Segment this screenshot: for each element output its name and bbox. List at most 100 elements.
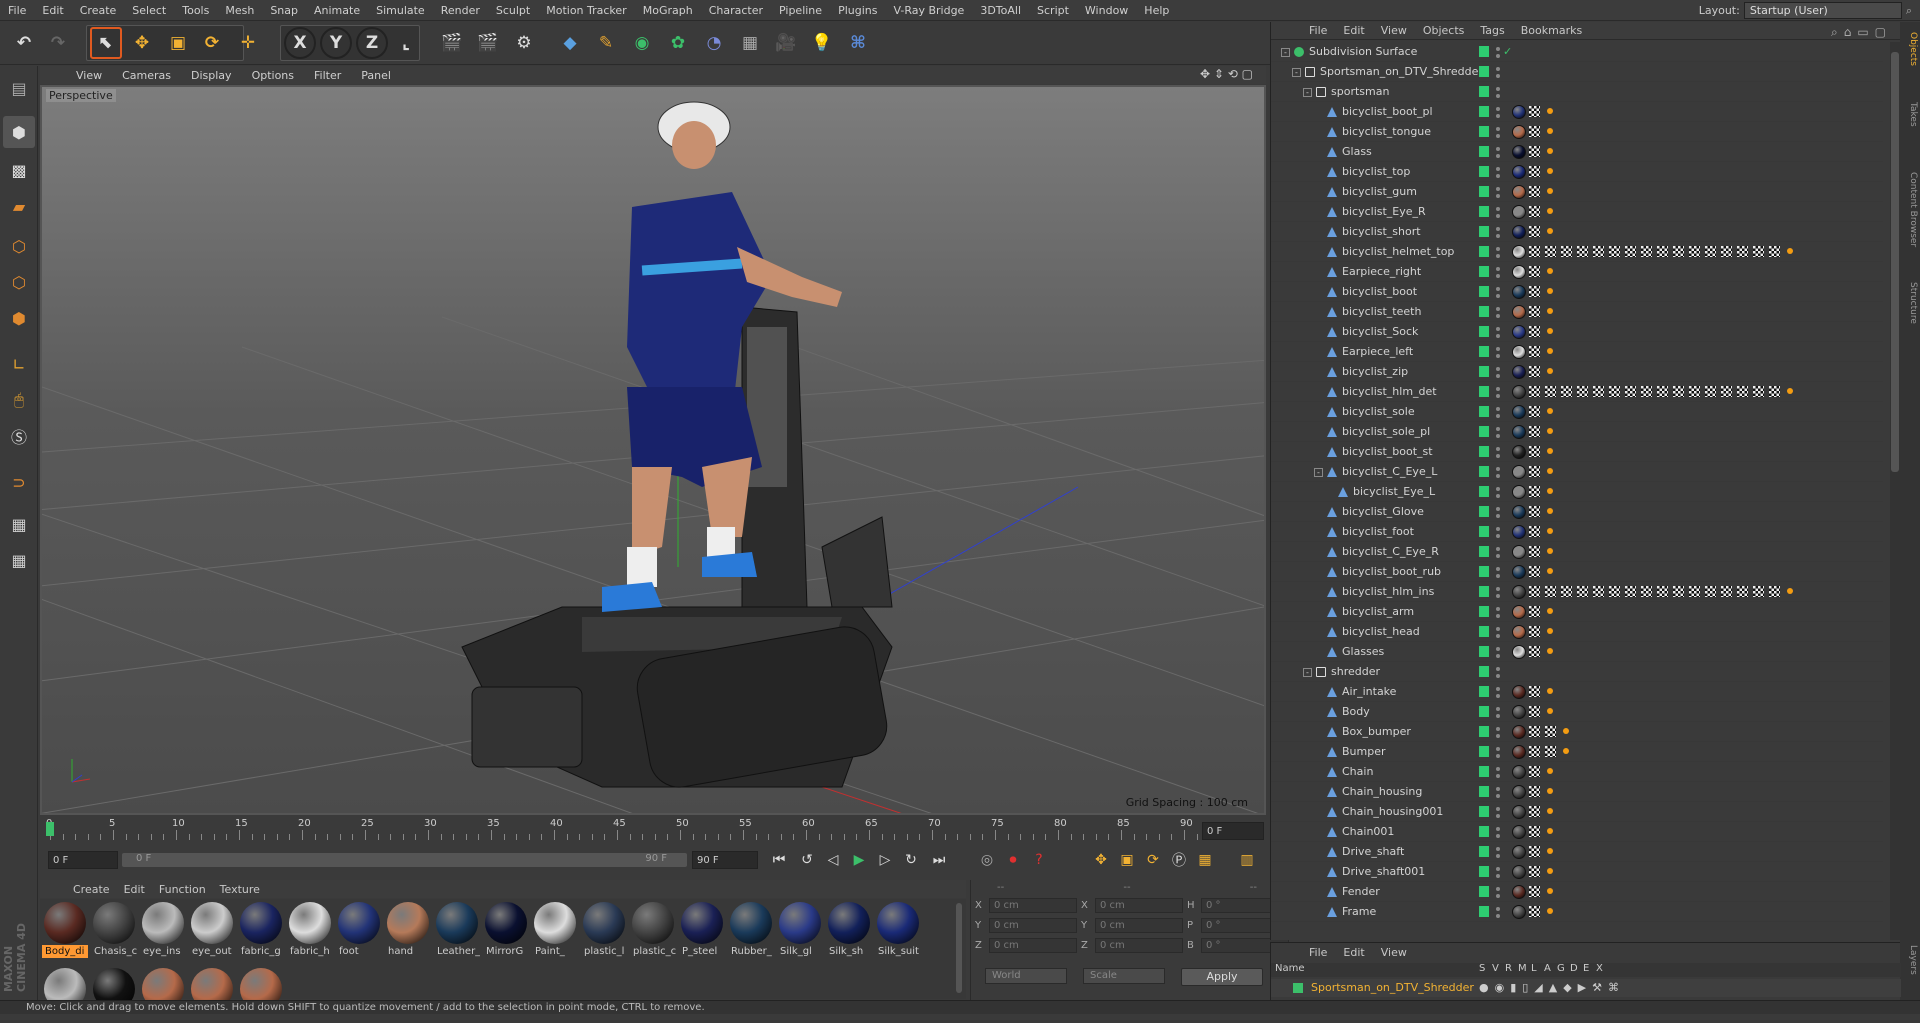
- object-row[interactable]: bicyclist_boot_pl: [1271, 102, 1883, 122]
- object-row[interactable]: Frame: [1271, 902, 1883, 922]
- render-dot[interactable]: [1496, 314, 1500, 318]
- uvw-tag[interactable]: [1547, 708, 1553, 714]
- render-dot[interactable]: [1496, 754, 1500, 758]
- layer-color-indicator[interactable]: [1479, 206, 1489, 217]
- layer-color-indicator[interactable]: [1479, 146, 1489, 157]
- object-row[interactable]: - bicyclist_C_Eye_L: [1271, 462, 1883, 482]
- object-row[interactable]: Chain001: [1271, 822, 1883, 842]
- key-parameter-icon[interactable]: Ⓟ: [1168, 849, 1190, 871]
- texture-tag[interactable]: [1529, 586, 1540, 597]
- next-key-icon[interactable]: ↻: [900, 849, 922, 871]
- visibility-dot[interactable]: [1496, 787, 1500, 791]
- material-tag[interactable]: [1512, 885, 1526, 899]
- object-row[interactable]: bicyclist_Glove: [1271, 502, 1883, 522]
- coord-mode-dropdown[interactable]: Scale: [1083, 968, 1165, 984]
- texture-tag[interactable]: [1625, 246, 1636, 257]
- material-menu-create[interactable]: Create: [66, 883, 117, 896]
- texture-tag[interactable]: [1529, 346, 1540, 357]
- key-pla-icon[interactable]: ▦: [1194, 849, 1216, 871]
- object-row[interactable]: bicyclist_sole: [1271, 402, 1883, 422]
- material-tag[interactable]: [1512, 745, 1526, 759]
- texture-tag[interactable]: [1673, 246, 1684, 257]
- layer-color-indicator[interactable]: [1479, 886, 1489, 897]
- layer-color-indicator[interactable]: [1479, 826, 1489, 837]
- material-tag[interactable]: [1512, 645, 1526, 659]
- visibility-dot[interactable]: [1496, 867, 1500, 871]
- menu-3dtoall[interactable]: 3DToAll: [972, 4, 1029, 17]
- texture-tag[interactable]: [1625, 386, 1636, 397]
- uvw-tag[interactable]: [1563, 748, 1569, 754]
- menu-mograph[interactable]: MoGraph: [635, 4, 701, 17]
- object-tree-scrollbar[interactable]: [1890, 42, 1900, 940]
- layer-color-indicator[interactable]: [1479, 626, 1489, 637]
- texture-tag[interactable]: [1641, 586, 1652, 597]
- layer-row[interactable]: Sportsman_on_DTV_Shredder ●◉▮▯◢▲◆▶⚒⌘: [1271, 979, 1901, 997]
- visibility-dot[interactable]: [1496, 327, 1500, 331]
- texture-tag[interactable]: [1529, 126, 1540, 137]
- render-dot[interactable]: [1496, 374, 1500, 378]
- visibility-dot[interactable]: [1496, 687, 1500, 691]
- playhead[interactable]: [46, 822, 54, 836]
- uvw-tag[interactable]: [1547, 108, 1553, 114]
- uvw-tag[interactable]: [1787, 588, 1793, 594]
- planar-workplane-icon[interactable]: ▦: [3, 544, 35, 576]
- object-row[interactable]: Earpiece_right: [1271, 262, 1883, 282]
- viewport-menu-panel[interactable]: Panel: [351, 69, 401, 82]
- texture-tag[interactable]: [1545, 586, 1556, 597]
- coord-value-field[interactable]: 0 cm: [989, 918, 1077, 933]
- undo-icon[interactable]: ↶: [8, 27, 40, 59]
- render-dot[interactable]: [1496, 114, 1500, 118]
- object-row[interactable]: Drive_shaft: [1271, 842, 1883, 862]
- object-row[interactable]: - sportsman: [1271, 82, 1883, 102]
- material-tag[interactable]: [1512, 685, 1526, 699]
- material-swatch[interactable]: plastic_c: [630, 901, 676, 957]
- menu-select[interactable]: Select: [124, 4, 174, 17]
- layer-column-header[interactable]: X: [1596, 963, 1603, 974]
- texture-tag[interactable]: [1529, 686, 1540, 697]
- visibility-dot[interactable]: [1496, 907, 1500, 911]
- texture-tag[interactable]: [1705, 586, 1716, 597]
- layer-color-indicator[interactable]: [1479, 566, 1489, 577]
- uvw-tag[interactable]: [1547, 408, 1553, 414]
- uvw-tag[interactable]: [1547, 468, 1553, 474]
- render-dot[interactable]: [1496, 74, 1500, 78]
- texture-tag[interactable]: [1529, 786, 1540, 797]
- texture-tag[interactable]: [1609, 246, 1620, 257]
- visibility-dot[interactable]: [1496, 767, 1500, 771]
- texture-tag[interactable]: [1625, 586, 1636, 597]
- layer-color-indicator[interactable]: [1479, 226, 1489, 237]
- objmgr-menu-view[interactable]: View: [1373, 24, 1415, 37]
- make-editable-icon[interactable]: ▤: [3, 72, 35, 104]
- object-row[interactable]: bicyclist_short: [1271, 222, 1883, 242]
- texture-tag[interactable]: [1529, 266, 1540, 277]
- uvw-tag[interactable]: [1547, 628, 1553, 634]
- material-menu-edit[interactable]: Edit: [117, 883, 152, 896]
- texture-tag[interactable]: [1529, 246, 1540, 257]
- side-tab-objects[interactable]: Objects: [1902, 32, 1918, 66]
- material-tag[interactable]: [1512, 865, 1526, 879]
- render-dot[interactable]: [1496, 514, 1500, 518]
- layer-color-indicator[interactable]: [1479, 66, 1489, 77]
- timeline-window-icon[interactable]: ▥: [1236, 849, 1258, 871]
- material-tag[interactable]: [1512, 445, 1526, 459]
- menu-window[interactable]: Window: [1077, 4, 1136, 17]
- layer-color-indicator[interactable]: [1479, 866, 1489, 877]
- layer-column-header[interactable]: M: [1518, 963, 1527, 974]
- texture-tag[interactable]: [1721, 586, 1732, 597]
- layer-color-indicator[interactable]: [1479, 86, 1489, 97]
- material-swatch[interactable]: fabric_g: [238, 901, 284, 957]
- material-tag[interactable]: [1512, 465, 1526, 479]
- material-tag[interactable]: [1512, 785, 1526, 799]
- coord-value-field[interactable]: 0 cm: [1095, 938, 1183, 953]
- render-dot[interactable]: [1496, 274, 1500, 278]
- material-tag[interactable]: [1512, 345, 1526, 359]
- viewport-menu-options[interactable]: Options: [242, 69, 304, 82]
- z-axis-icon[interactable]: Z: [356, 27, 388, 59]
- coord-value-field[interactable]: 0 cm: [989, 938, 1077, 953]
- material-tag[interactable]: [1512, 585, 1526, 599]
- object-row[interactable]: Chain_housing: [1271, 782, 1883, 802]
- current-frame-field[interactable]: 0 F: [1202, 822, 1264, 840]
- render-dot[interactable]: [1496, 554, 1500, 558]
- texture-tag[interactable]: [1529, 826, 1540, 837]
- objmgr-menu-file[interactable]: File: [1301, 24, 1335, 37]
